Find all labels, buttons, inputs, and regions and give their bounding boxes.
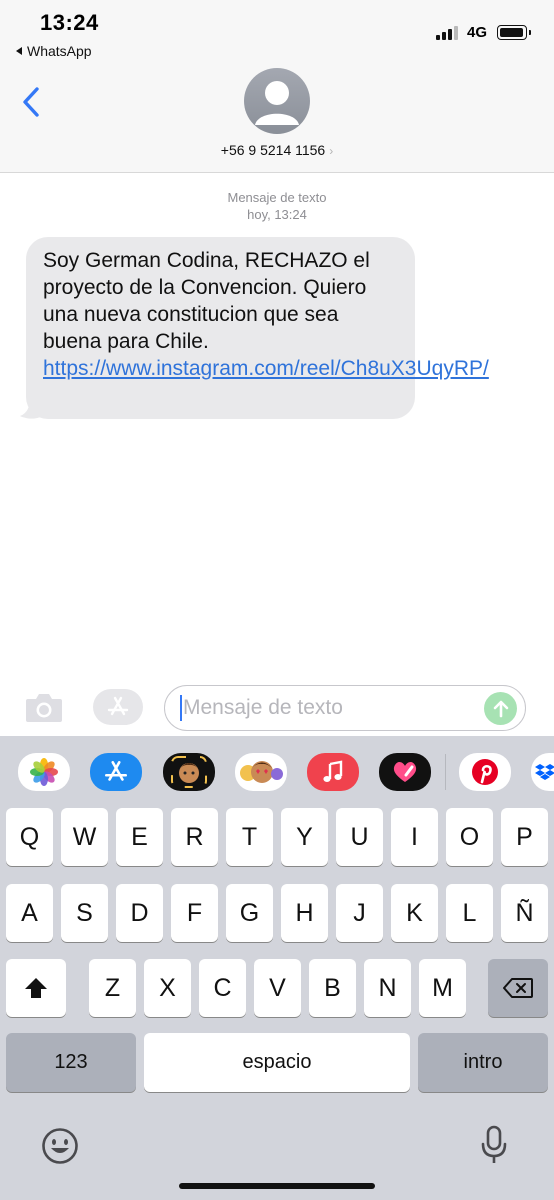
key-p[interactable]: P <box>501 808 548 866</box>
key-q[interactable]: Q <box>6 808 53 866</box>
numbers-key[interactable]: 123 <box>6 1033 136 1092</box>
signal-icon <box>436 26 458 40</box>
chevron-right-icon: › <box>329 144 334 158</box>
home-indicator[interactable] <box>179 1183 375 1189</box>
app-store-icon <box>107 696 129 716</box>
digital-touch-app-button[interactable] <box>379 753 431 791</box>
shift-key[interactable] <box>6 959 66 1017</box>
space-key[interactable]: espacio <box>144 1033 410 1092</box>
key-s[interactable]: S <box>61 884 108 942</box>
memoji-stickers-button[interactable] <box>235 753 287 791</box>
delete-key[interactable] <box>488 959 548 1017</box>
key-r[interactable]: R <box>171 808 218 866</box>
back-to-app-button[interactable]: WhatsApp <box>16 43 92 59</box>
key-w[interactable]: W <box>61 808 108 866</box>
strip-divider <box>445 754 446 790</box>
app-store-app-button[interactable] <box>90 753 142 791</box>
music-icon <box>323 760 343 782</box>
pinterest-icon <box>472 759 498 785</box>
network-type: 4G <box>467 24 488 41</box>
message-text-field[interactable] <box>183 695 473 721</box>
dropbox-icon <box>535 764 554 780</box>
key-j[interactable]: J <box>336 884 383 942</box>
key-o[interactable]: O <box>446 808 493 866</box>
key-u[interactable]: U <box>336 808 383 866</box>
photos-app-button[interactable] <box>18 753 70 791</box>
key-f[interactable]: F <box>171 884 218 942</box>
photos-icon <box>30 758 58 786</box>
message-service-label: Mensaje de texto <box>227 190 327 205</box>
key-l[interactable]: L <box>446 884 493 942</box>
app-store-icon <box>105 761 127 781</box>
pinterest-app-button[interactable] <box>459 753 511 791</box>
contact-number: +56 9 5214 1156 <box>220 142 326 158</box>
key-i[interactable]: I <box>391 808 438 866</box>
key-b[interactable]: B <box>309 959 356 1017</box>
person-icon <box>255 81 299 125</box>
backspace-icon <box>503 978 533 998</box>
key-n[interactable]: N <box>364 959 411 1017</box>
contact-avatar[interactable] <box>244 68 310 134</box>
key-z[interactable]: Z <box>89 959 136 1017</box>
text-cursor <box>180 695 182 721</box>
digital-touch-icon <box>393 762 417 782</box>
back-triangle-icon <box>16 47 22 55</box>
key-y[interactable]: Y <box>281 808 328 866</box>
key-n-tilde[interactable]: Ñ <box>501 884 548 942</box>
battery-icon <box>497 25 531 40</box>
key-h[interactable]: H <box>281 884 328 942</box>
memoji-app-button[interactable] <box>163 753 215 791</box>
apps-button[interactable] <box>93 689 143 725</box>
key-v[interactable]: V <box>254 959 301 1017</box>
message-link[interactable]: https://www.instagram.com/reel/Ch8uX3Uqy… <box>43 357 489 380</box>
key-k[interactable]: K <box>391 884 438 942</box>
camera-icon[interactable] <box>24 689 64 725</box>
back-chevron-icon[interactable] <box>20 86 44 118</box>
arrow-up-icon <box>493 700 508 717</box>
key-x[interactable]: X <box>144 959 191 1017</box>
key-a[interactable]: A <box>6 884 53 942</box>
shift-icon <box>25 978 47 998</box>
message-timestamp: hoy, 13:24 <box>247 207 307 222</box>
message-input[interactable] <box>164 685 526 731</box>
key-c[interactable]: C <box>199 959 246 1017</box>
message-text: Soy German Codina, RECHAZO el proyecto d… <box>43 249 370 353</box>
status-time: 13:24 <box>40 10 99 35</box>
microphone-icon[interactable] <box>479 1124 509 1166</box>
memoji-icon <box>171 756 207 788</box>
music-app-button[interactable] <box>307 753 359 791</box>
message-bubble[interactable]: Soy German Codina, RECHAZO el proyecto d… <box>26 237 489 419</box>
key-m[interactable]: M <box>419 959 466 1017</box>
key-d[interactable]: D <box>116 884 163 942</box>
return-key[interactable]: intro <box>418 1033 548 1092</box>
emoji-icon[interactable] <box>40 1126 80 1166</box>
memoji-stickers-icon <box>240 761 283 783</box>
back-app-label: WhatsApp <box>27 43 92 59</box>
key-t[interactable]: T <box>226 808 273 866</box>
key-g[interactable]: G <box>226 884 273 942</box>
key-e[interactable]: E <box>116 808 163 866</box>
send-button[interactable] <box>484 692 517 725</box>
contact-name[interactable]: +56 9 5214 1156 › <box>0 142 554 158</box>
